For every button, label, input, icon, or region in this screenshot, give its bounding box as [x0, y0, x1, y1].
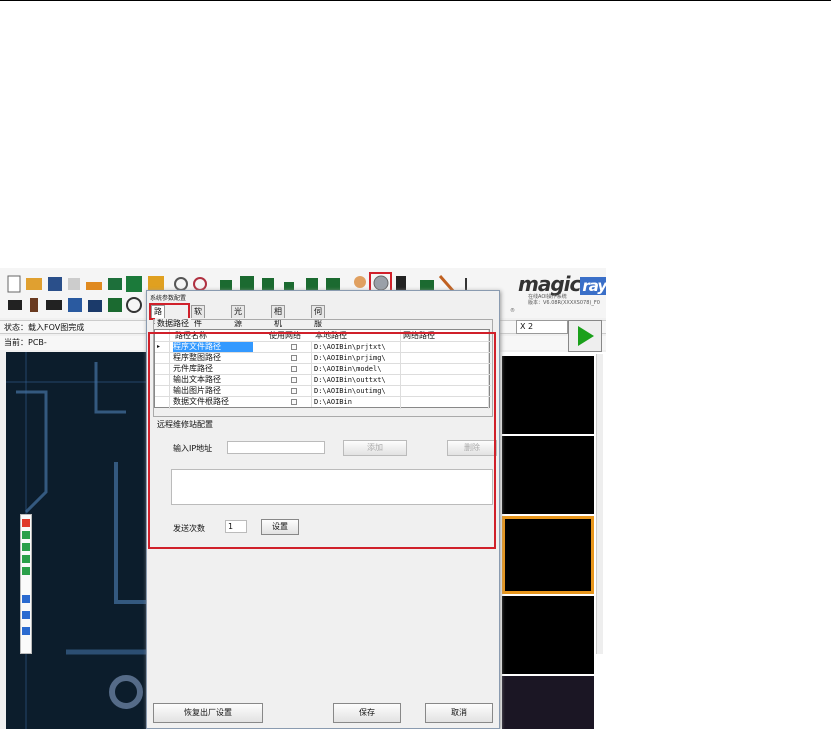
side-tool-icon-5[interactable]	[22, 567, 30, 575]
open-folder-icon	[26, 278, 42, 290]
side-tool-icon-3[interactable]	[22, 543, 30, 551]
tab-camera-config[interactable]: 相机配置	[271, 305, 285, 352]
new-file-icon	[7, 275, 21, 293]
zoom-out-icon	[193, 277, 207, 291]
play-icon	[578, 326, 594, 346]
thumbnail-scrollbar[interactable]	[596, 354, 603, 654]
side-tool-icon-7[interactable]	[22, 611, 30, 619]
trademark-mark: ®	[510, 308, 515, 314]
data-path-group-label: 数据路径	[155, 318, 191, 329]
ic-icon	[8, 300, 22, 310]
brand-subtitle-line2: 版本：V6.08R(XXXXS078)_F0	[528, 300, 600, 306]
thumbnail-3-selected[interactable]	[502, 516, 594, 594]
tab-software-config[interactable]: 软件配置	[191, 305, 205, 352]
thumbnail-2[interactable]	[502, 436, 594, 514]
save-button[interactable]: 保存	[333, 703, 401, 723]
tray-icon	[86, 282, 102, 290]
thumbnail-1[interactable]	[502, 356, 594, 434]
system-config-dialog: 系统参数配置 路径配置 软件配置 光源配置 相机配置 伺服步进配置 数据路径 路…	[146, 290, 500, 729]
run-button[interactable]	[568, 320, 602, 352]
aoi-app-window: magic ray 在线AOI操作系统 版本：V6.08R(XXXXS078)_F…	[0, 268, 606, 729]
chip-icon-2	[240, 276, 254, 290]
side-tool-icon-8[interactable]	[22, 627, 30, 635]
side-tool-icon-1[interactable]	[22, 519, 30, 527]
diode-icon	[46, 300, 62, 310]
board-overview[interactable]	[502, 676, 594, 729]
tab-servo-config[interactable]: 伺服步进配置	[311, 305, 325, 376]
config-highlight-box	[148, 332, 496, 549]
user-icon	[354, 276, 366, 288]
grid-icon	[126, 276, 142, 292]
cancel-button[interactable]: 取消	[425, 703, 493, 723]
brand-logo: magic ray	[518, 272, 606, 296]
pcb-image-view[interactable]	[6, 352, 146, 729]
side-toolbox	[20, 514, 32, 654]
side-tool-icon-2[interactable]	[22, 531, 30, 539]
target-icon	[126, 297, 142, 313]
side-tool-icon-6[interactable]	[22, 595, 30, 603]
component-icon	[108, 278, 122, 290]
chip-flag-icon	[108, 298, 122, 312]
dialog-title: 系统参数配置	[150, 295, 187, 302]
bar-icon	[88, 300, 102, 312]
save-icon	[48, 277, 62, 291]
thumbnail-4[interactable]	[502, 596, 594, 674]
zoom-indicator: X 2	[516, 320, 568, 334]
top-divider	[0, 0, 831, 1]
capacitor-icon	[68, 298, 82, 312]
zoom-in-icon	[174, 277, 188, 291]
side-tool-icon-4[interactable]	[22, 555, 30, 563]
brand-subtitle: 在线AOI操作系统 版本：V6.08R(XXXXS078)_F0	[528, 294, 600, 306]
chip-icon-5	[306, 278, 318, 290]
board-icon	[68, 278, 80, 290]
tab-light-config[interactable]: 光源配置	[231, 305, 245, 352]
restore-defaults-button[interactable]: 恢复出厂设置	[153, 703, 263, 723]
thumbnail-panel	[500, 352, 606, 729]
resistor-icon	[30, 298, 38, 312]
